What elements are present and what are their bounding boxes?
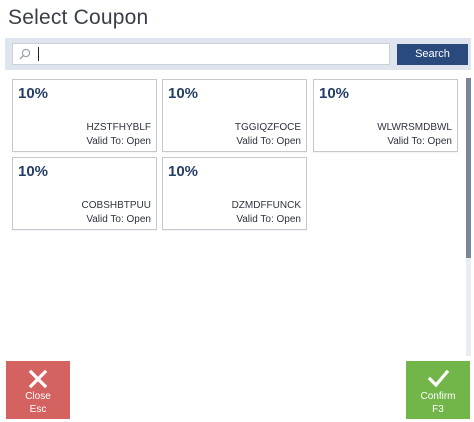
coupon-card[interactable]: 10% TGGIQZFOCE Valid To: Open — [162, 79, 307, 152]
text-caret — [38, 47, 39, 61]
coupon-validity: Valid To: Open — [86, 214, 151, 225]
coupon-discount: 10% — [168, 163, 199, 180]
coupon-code: DZMDFFUNCK — [231, 200, 301, 211]
coupon-code: WLWRSMDBWL — [377, 122, 452, 133]
search-icon — [19, 48, 31, 60]
close-icon — [28, 369, 48, 389]
close-button[interactable]: Close Esc — [6, 361, 70, 419]
coupon-validity: Valid To: Open — [86, 136, 151, 147]
coupon-card[interactable]: 10% COBSHBTPUU Valid To: Open — [12, 157, 157, 230]
coupon-discount: 10% — [18, 163, 49, 180]
search-input[interactable] — [12, 43, 390, 65]
coupon-code: COBSHBTPUU — [81, 200, 151, 211]
coupon-card[interactable]: 10% HZSTFHYBLF Valid To: Open — [12, 79, 157, 152]
coupon-card[interactable]: 10% WLWRSMDBWL Valid To: Open — [313, 79, 458, 152]
coupon-discount: 10% — [168, 85, 199, 102]
select-coupon-dialog: Select Coupon Search 10% HZSTFHYBLF Vali… — [0, 0, 474, 422]
confirm-button[interactable]: Confirm F3 — [406, 361, 470, 419]
checkmark-icon — [427, 369, 450, 388]
close-label: Close — [25, 391, 51, 402]
coupon-discount: 10% — [319, 85, 350, 102]
search-bar: Search — [5, 38, 471, 70]
coupon-discount: 10% — [18, 85, 49, 102]
coupon-validity: Valid To: Open — [387, 136, 452, 147]
coupon-validity: Valid To: Open — [236, 214, 301, 225]
coupon-card[interactable]: 10% DZMDFFUNCK Valid To: Open — [162, 157, 307, 230]
scrollbar-thumb[interactable] — [466, 78, 471, 258]
search-button[interactable]: Search — [397, 44, 468, 65]
coupon-list: 10% HZSTFHYBLF Valid To: Open 10% TGGIQZ… — [5, 72, 471, 356]
coupon-code: TGGIQZFOCE — [234, 122, 301, 133]
vertical-scrollbar[interactable] — [466, 78, 471, 356]
coupon-validity: Valid To: Open — [236, 136, 301, 147]
close-shortcut: Esc — [29, 404, 47, 415]
confirm-shortcut: F3 — [432, 404, 444, 415]
confirm-label: Confirm — [420, 391, 456, 402]
coupon-code: HZSTFHYBLF — [86, 122, 151, 133]
page-title: Select Coupon — [8, 6, 149, 29]
